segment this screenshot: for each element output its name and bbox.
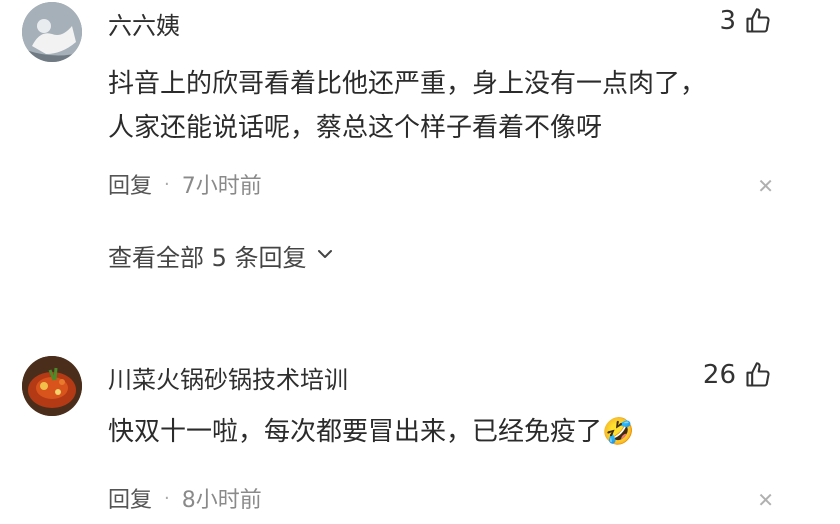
like-count: 26	[702, 360, 736, 390]
comment-text-line: 快双十一啦，每次都要冒出来，已经免疫了	[108, 417, 603, 447]
timestamp: 8小时前	[181, 488, 262, 513]
timestamp: 7小时前	[181, 174, 262, 199]
comment-item: 六六姨 3 抖音上的欣哥看着比他还严重，身上没有一点肉了， 人家还能说话呢，蔡总…	[0, 0, 840, 320]
separator: ·	[164, 173, 170, 195]
comment-text: 抖音上的欣哥看着比他还严重，身上没有一点肉了， 人家还能说话呢，蔡总这个样子看着…	[108, 62, 768, 150]
reply-button[interactable]: 回复	[108, 482, 152, 514]
comment-meta: 回复 · 7小时前	[108, 168, 262, 200]
thumbs-up-icon	[744, 7, 772, 35]
thumbs-up-icon	[744, 361, 772, 389]
like-count: 3	[719, 6, 736, 36]
view-all-replies-label: 查看全部 5 条回复	[108, 244, 307, 272]
like-button[interactable]: 26	[703, 360, 772, 390]
username[interactable]: 川菜火锅砂锅技术培训	[108, 360, 348, 395]
view-all-replies-button[interactable]: 查看全部 5 条回复	[108, 238, 335, 273]
chevron-down-icon	[315, 242, 335, 270]
avatar[interactable]	[22, 356, 82, 416]
rolling-laughing-emoji-icon: 🤣	[602, 417, 635, 447]
username[interactable]: 六六姨	[108, 6, 180, 41]
reply-button[interactable]: 回复	[108, 168, 152, 200]
comment-text: 快双十一啦，每次都要冒出来，已经免疫了🤣	[108, 410, 768, 454]
comment-item: 川菜火锅砂锅技术培训 26 快双十一啦，每次都要冒出来，已经免疫了🤣 回复 · …	[0, 338, 840, 524]
avatar[interactable]	[22, 2, 82, 62]
comment-text-line: 人家还能说话呢，蔡总这个样子看着不像呀	[108, 113, 603, 143]
like-button[interactable]: 3	[719, 6, 772, 36]
separator: ·	[164, 487, 170, 509]
comment-text-line: 抖音上的欣哥看着比他还严重，身上没有一点肉了，	[108, 69, 707, 99]
comment-meta: 回复 · 8小时前	[108, 482, 262, 514]
close-icon[interactable]: ✕	[757, 490, 774, 510]
close-icon[interactable]: ✕	[757, 176, 774, 196]
